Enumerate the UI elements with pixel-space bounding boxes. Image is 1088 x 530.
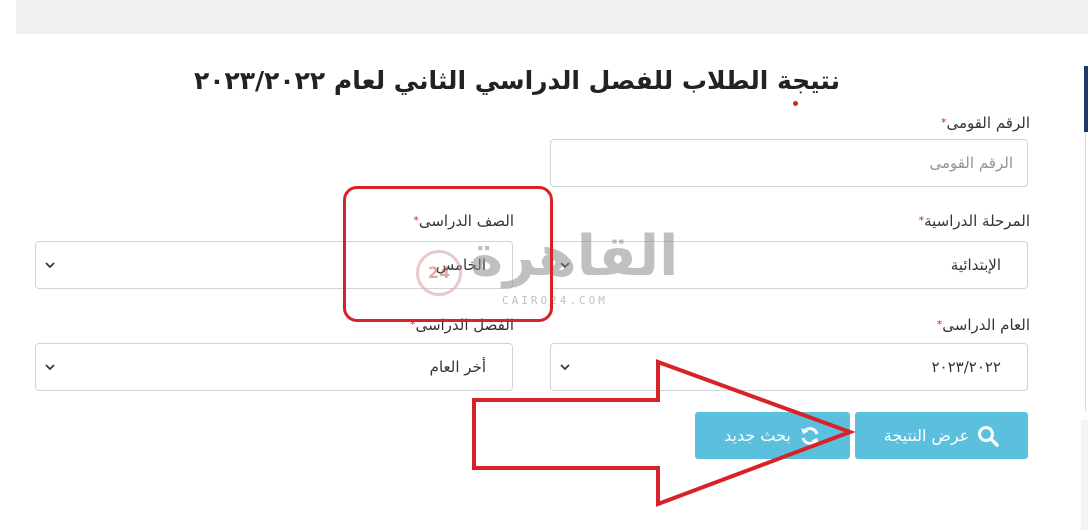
stage-label: المرحلة الدراسية* [918,212,1030,230]
national-id-placeholder: الرقم القومى [929,154,1013,172]
side-divider [1085,132,1086,412]
side-indicator [1084,66,1088,132]
highlight-annotation-box [343,186,553,322]
term-select[interactable]: أخر العام [35,343,513,391]
chevron-down-icon [45,364,55,371]
show-result-button[interactable]: عرض النتيجة [855,412,1028,459]
show-result-label: عرض النتيجة [883,426,970,445]
search-icon [978,425,1000,447]
page-title: نتيجة الطلاب للفصل الدراسي الثاني لعام ٢… [193,66,840,95]
academic-year-selected-value: ٢٠٢٣/٢٠٢٢ [931,358,1001,376]
arrow-annotation-icon [472,359,856,507]
academic-year-label: العام الدراسى* [936,316,1030,334]
title-decoration-dot [793,101,798,106]
top-bar [16,0,1088,34]
side-panel-edge [1081,420,1088,530]
national-id-field[interactable]: الرقم القومى [550,139,1028,187]
national-id-label: الرقم القومى* [940,114,1030,132]
stage-selected-value: الإبتدائية [950,256,1001,274]
chevron-down-icon [45,262,55,269]
